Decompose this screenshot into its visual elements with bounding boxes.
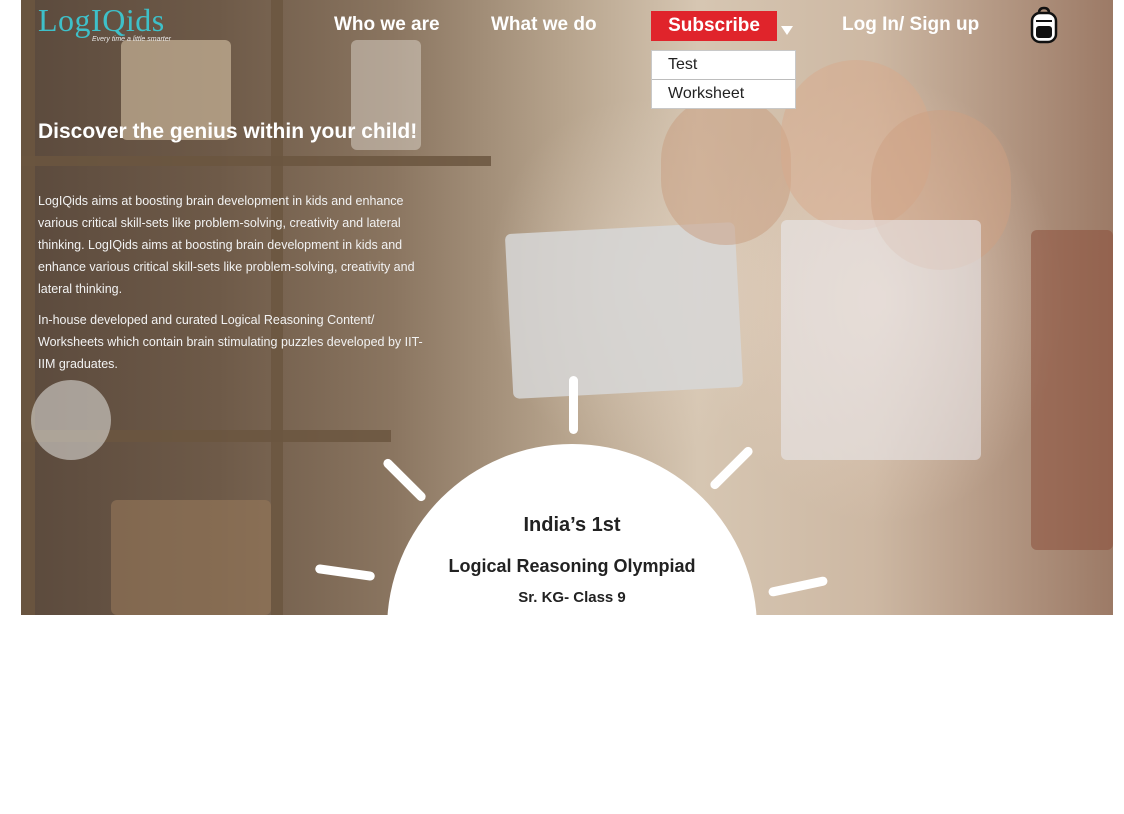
subscribe-dropdown: Test Worksheet (651, 50, 796, 109)
nav-login-signup[interactable]: Log In/ Sign up (842, 14, 979, 36)
hero-headline: Discover the genius within your child! (38, 120, 418, 143)
logo-tagline: Every time a little smarter (92, 36, 171, 43)
dropdown-item-worksheet[interactable]: Worksheet (652, 79, 795, 108)
subscribe-button[interactable]: Subscribe (651, 11, 777, 41)
dropdown-item-test[interactable]: Test (652, 51, 795, 79)
hero-paragraph-2: In-house developed and curated Logical R… (38, 313, 423, 371)
backpack-icon[interactable] (1029, 6, 1059, 44)
hero-paragraph-1: LogIQids aims at boosting brain developm… (38, 194, 415, 296)
nav-what-we-do[interactable]: What we do (491, 14, 597, 36)
nav-who-we-are[interactable]: Who we are (334, 14, 440, 36)
caret-down-icon[interactable] (781, 26, 793, 35)
badge-classes: Sr. KG- Class 9 (518, 589, 626, 606)
olympiad-badge[interactable] (387, 444, 757, 814)
badge-ray (569, 376, 578, 434)
badge-title: India’s 1st (523, 514, 621, 536)
logo-text[interactable]: LogIQids (38, 2, 165, 39)
badge-subtitle: Logical Reasoning Olympiad (448, 556, 696, 576)
